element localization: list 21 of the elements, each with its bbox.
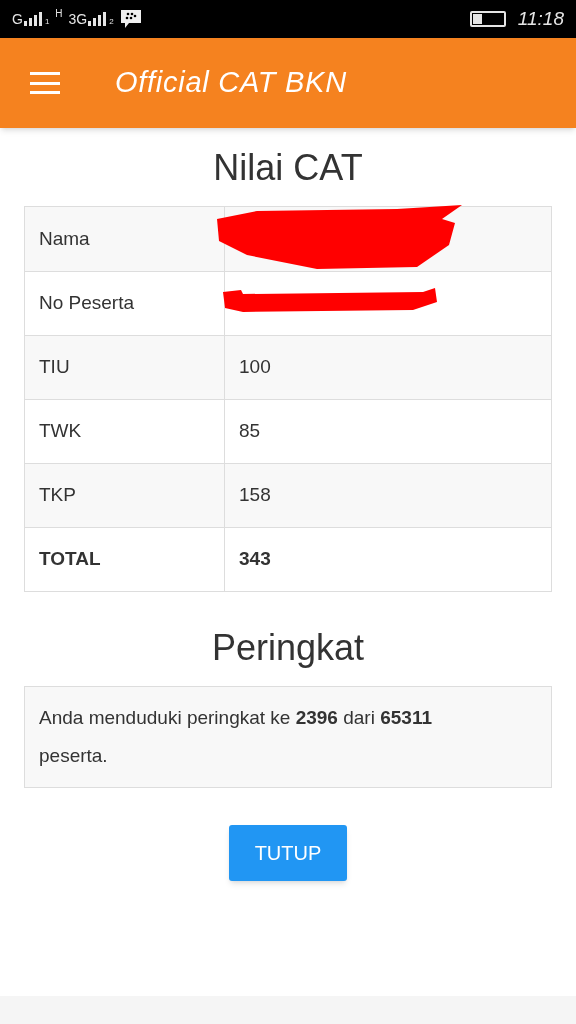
network-label: G xyxy=(12,12,23,26)
network-label: 3G xyxy=(68,12,88,26)
sim-number: 1 xyxy=(44,18,50,26)
signal-icon xyxy=(88,12,109,26)
table-cell-text: 343 xyxy=(238,547,272,572)
table-cell-text: 100 xyxy=(238,355,272,380)
section-title: Nilai CAT xyxy=(212,146,364,190)
data-indicator: H xyxy=(55,9,63,19)
chat-icon xyxy=(119,9,142,29)
sim-number: 2 xyxy=(109,18,114,26)
close-button[interactable]: TUTUP xyxy=(229,825,347,881)
clock: 11:18 xyxy=(517,6,564,31)
signal-icon xyxy=(23,12,44,26)
app-title: Official CAT BKN xyxy=(115,65,347,101)
table-cell-text: 85 xyxy=(238,419,262,444)
menu-icon[interactable] xyxy=(30,72,60,94)
table-cell: TOTAL xyxy=(25,528,225,591)
section-title: Peringkat xyxy=(210,626,366,670)
rank-text: Anda menduduki peringkat ke 2396 dari 65311 peserta. xyxy=(39,706,433,768)
table-cell-text: 158 xyxy=(238,483,272,508)
battery-icon xyxy=(469,11,506,27)
